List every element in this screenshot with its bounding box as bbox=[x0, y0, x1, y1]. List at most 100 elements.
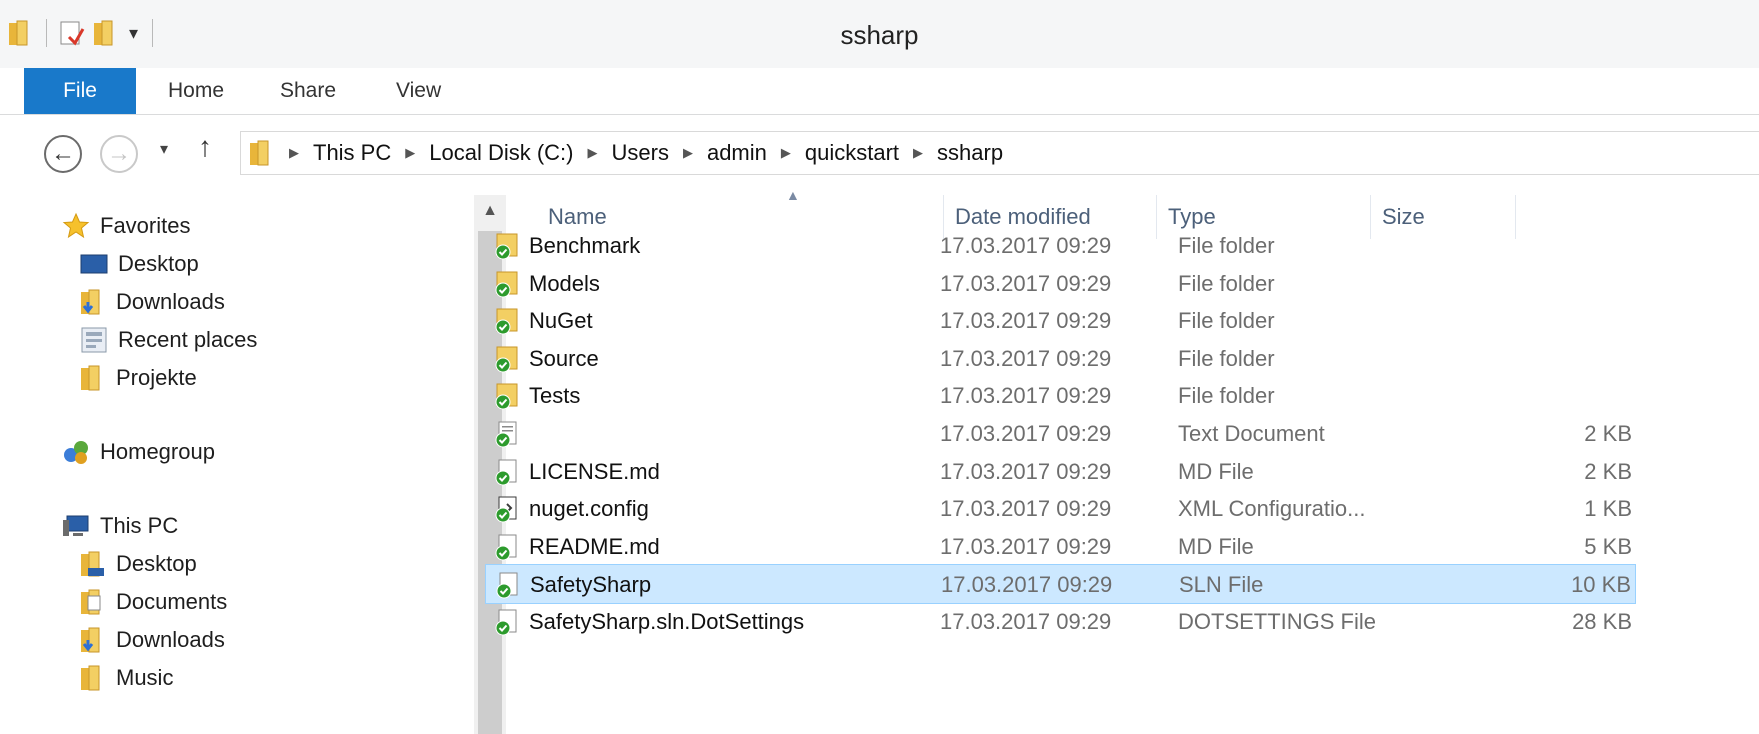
forward-arrow-icon: → bbox=[107, 140, 131, 167]
chevron-right-icon[interactable]: ▶ bbox=[405, 145, 415, 161]
nav-item-homegroup[interactable]: Homegroup bbox=[62, 433, 215, 471]
file-date: 17.03.2017 09:29 bbox=[940, 270, 1112, 296]
file-date: 17.03.2017 09:29 bbox=[940, 496, 1112, 522]
file-row[interactable]: nuget.config 17.03.2017 09:29 XML Config… bbox=[485, 489, 1636, 529]
music-folder-icon bbox=[80, 664, 106, 692]
file-date: 17.03.2017 09:29 bbox=[940, 233, 1112, 258]
scroll-up-icon[interactable]: ▲ bbox=[474, 195, 506, 227]
file-row[interactable]: NuGet 17.03.2017 09:29 File folder bbox=[485, 301, 1636, 341]
file-row[interactable]: SafetySharp.sln.DotSettings 17.03.2017 0… bbox=[485, 602, 1636, 642]
nav-label: Projekte bbox=[116, 365, 197, 390]
nav-item-favorites[interactable]: Favorites bbox=[62, 207, 190, 245]
file-type: DOTSETTINGS File bbox=[1178, 609, 1377, 634]
ribbon-tabs: File Home Share View bbox=[0, 68, 1759, 115]
window-title: ssharp bbox=[840, 20, 919, 50]
file-checked-icon bbox=[493, 533, 521, 561]
chevron-right-icon[interactable]: ▶ bbox=[683, 145, 693, 161]
file-date: 17.03.2017 09:29 bbox=[940, 533, 1112, 559]
file-name: SafetySharp.sln.DotSettings bbox=[529, 609, 805, 634]
nav-label: Recent places bbox=[118, 327, 258, 352]
file-type: File folder bbox=[1178, 270, 1275, 296]
file-row[interactable]: LICENSE.md 17.03.2017 09:29 MD File 2 KB bbox=[485, 452, 1636, 492]
nav-item-downloads[interactable]: Downloads bbox=[80, 283, 225, 321]
folder-checked-icon bbox=[493, 382, 521, 410]
navigation-pane: Favorites Desktop Downloads Recent place… bbox=[0, 195, 474, 734]
nav-item-desktop[interactable]: Desktop bbox=[80, 245, 199, 283]
file-row[interactable]: Models 17.03.2017 09:29 File folder bbox=[485, 264, 1636, 304]
nav-item-this-pc[interactable]: This PC bbox=[62, 507, 178, 545]
breadcrumb-item[interactable]: quickstart bbox=[805, 140, 899, 166]
file-name: NuGet bbox=[529, 308, 593, 334]
file-name: SafetySharp bbox=[530, 572, 652, 598]
tab-view[interactable]: View bbox=[368, 68, 469, 114]
address-row: ← → ▾ ↑ ▶ This PC ▶ Local Disk (C:) ▶ Us… bbox=[0, 115, 1759, 195]
file-name: Source bbox=[529, 345, 599, 371]
recent-locations-dropdown-icon[interactable]: ▾ bbox=[160, 139, 168, 159]
nav-label: This PC bbox=[100, 513, 179, 538]
file-row[interactable]: Tests 17.03.2017 09:29 File folder bbox=[485, 376, 1636, 416]
file-checked-icon bbox=[494, 571, 522, 599]
file-name: nuget.config bbox=[529, 496, 649, 522]
desktop-folder-icon bbox=[80, 550, 106, 578]
back-button[interactable]: ← bbox=[44, 135, 82, 173]
file-date: 17.03.2017 09:29 bbox=[940, 308, 1112, 334]
file-type: File folder bbox=[1178, 383, 1275, 409]
tab-file[interactable]: File bbox=[24, 68, 136, 114]
chevron-right-icon[interactable]: ▶ bbox=[913, 145, 923, 161]
breadcrumb-item[interactable]: This PC bbox=[313, 140, 391, 166]
file-size: 5 KB bbox=[1584, 533, 1632, 559]
file-row[interactable]: Benchmark 17.03.2017 09:29 File folder bbox=[485, 226, 1636, 266]
folder-checked-icon bbox=[493, 345, 521, 373]
text-doc-checked-icon bbox=[493, 420, 521, 448]
address-bar[interactable]: ▶ This PC ▶ Local Disk (C:) ▶ Users ▶ ad… bbox=[240, 131, 1759, 175]
file-row[interactable]: Source 17.03.2017 09:29 File folder bbox=[485, 339, 1636, 379]
folder-checked-icon bbox=[493, 270, 521, 298]
nav-item-desktop-pc[interactable]: Desktop bbox=[80, 545, 197, 583]
breadcrumb-item[interactable]: Users bbox=[612, 140, 669, 166]
file-checked-icon bbox=[493, 458, 521, 486]
file-type: SLN File bbox=[1179, 572, 1264, 598]
nav-item-downloads-pc[interactable]: Downloads bbox=[80, 621, 225, 659]
chevron-right-icon[interactable]: ▶ bbox=[588, 145, 598, 161]
breadcrumb-item[interactable]: Local Disk (C:) bbox=[429, 140, 573, 166]
forward-button[interactable]: → bbox=[100, 135, 138, 173]
file-date: 17.03.2017 09:29 bbox=[940, 609, 1112, 634]
file-date: 17.03.2017 09:29 bbox=[940, 345, 1112, 371]
file-list: Name ▲ Date modified Type Size Benchmark… bbox=[485, 187, 1759, 734]
folder-icon bbox=[80, 364, 106, 392]
nav-label: Desktop bbox=[118, 251, 199, 276]
file-row[interactable]: README.md 17.03.2017 09:29 MD File 5 KB bbox=[485, 527, 1636, 567]
nav-item-music[interactable]: Music bbox=[80, 659, 173, 697]
downloads-folder-icon bbox=[80, 626, 106, 654]
folder-checked-icon bbox=[493, 232, 521, 260]
documents-folder-icon bbox=[80, 588, 106, 616]
nav-label: Downloads bbox=[116, 627, 225, 652]
desktop-icon bbox=[80, 252, 108, 276]
nav-item-projekte[interactable]: Projekte bbox=[80, 359, 197, 397]
tab-home[interactable]: Home bbox=[140, 68, 252, 114]
file-date: 17.03.2017 09:29 bbox=[941, 572, 1113, 598]
breadcrumb-item[interactable]: admin bbox=[707, 140, 767, 166]
file-row[interactable]: 17.03.2017 09:29 Text Document 2 KB bbox=[485, 414, 1636, 454]
nav-label: Favorites bbox=[100, 213, 191, 238]
nav-label: Desktop bbox=[116, 551, 197, 576]
tab-share[interactable]: Share bbox=[252, 68, 364, 114]
nav-label: Homegroup bbox=[100, 439, 215, 464]
up-button[interactable]: ↑ bbox=[198, 131, 212, 163]
title-bar: ▾ ssharp bbox=[0, 0, 1759, 69]
file-name: Tests bbox=[529, 383, 581, 409]
file-name: LICENSE.md bbox=[529, 458, 660, 484]
nav-item-recent-places[interactable]: Recent places bbox=[80, 321, 257, 359]
nav-label: Music bbox=[116, 665, 174, 690]
file-size: 1 KB bbox=[1584, 496, 1632, 522]
chevron-right-icon[interactable]: ▶ bbox=[781, 145, 791, 161]
chevron-right-icon[interactable]: ▶ bbox=[289, 145, 299, 161]
nav-item-documents[interactable]: Documents bbox=[80, 583, 227, 621]
file-row-selected[interactable]: SafetySharp 17.03.2017 09:29 SLN File 10… bbox=[485, 564, 1636, 605]
breadcrumb: ▶ This PC ▶ Local Disk (C:) ▶ Users ▶ ad… bbox=[249, 132, 1003, 174]
homegroup-icon bbox=[62, 438, 90, 466]
star-icon bbox=[62, 212, 90, 240]
breadcrumb-item[interactable]: ssharp bbox=[937, 140, 1003, 166]
file-date: 17.03.2017 09:29 bbox=[940, 421, 1112, 446]
file-type: XML Configuratio... bbox=[1178, 496, 1366, 522]
